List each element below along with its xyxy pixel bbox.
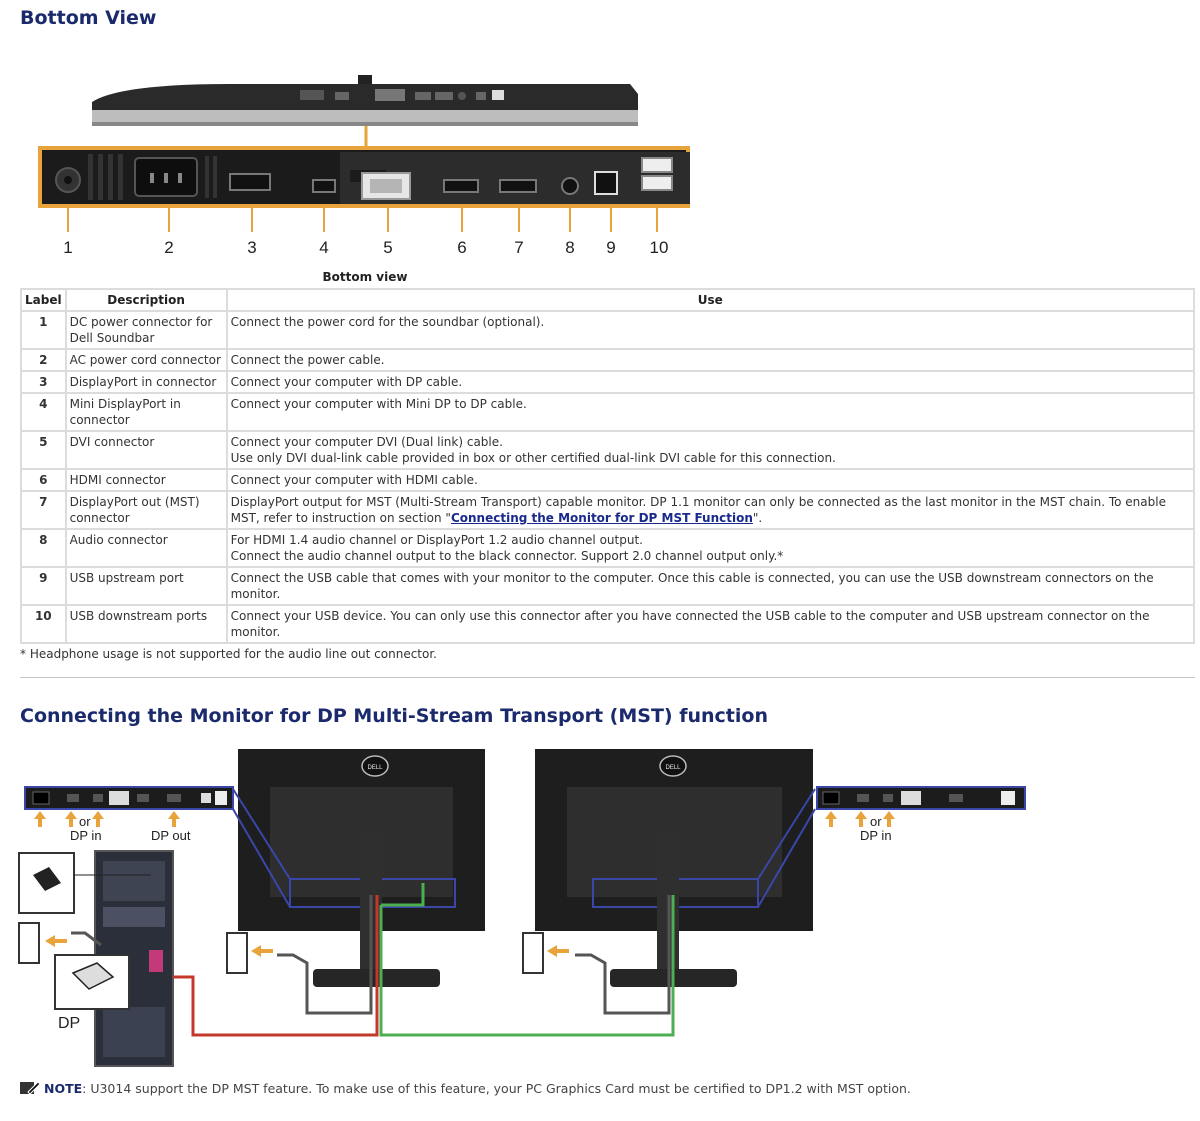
table-row: 5 DVI connector Connect your computer DV… [22,432,1193,468]
row-label: 7 [22,492,65,528]
row-use: DisplayPort output for MST (Multi-Stream… [227,492,1193,528]
label-or-right: or [870,814,882,829]
row-description: HDMI connector [66,470,226,490]
label-dp-in-left: DP in [70,828,102,843]
table-header-row: Label Description Use [22,290,1193,310]
note-label: NOTE [43,1081,83,1096]
row-label: 10 [22,606,65,642]
row-use: Connect your USB device. You can only us… [227,606,1193,642]
outlet-left-icon [18,922,40,964]
table-row: 4 Mini DisplayPort in connector Connect … [22,394,1193,430]
callout-9: 9 [606,238,615,257]
table-row: 3 DisplayPort in connector Connect your … [22,372,1193,392]
callout-5: 5 [383,238,392,257]
header-use: Use [227,290,1193,310]
row-use: Connect your computer with Mini DP to DP… [227,394,1193,430]
label-or-left: or [79,814,91,829]
row-label: 2 [22,350,65,370]
section-title-mst: Connecting the Monitor for DP Multi-Stre… [20,705,768,727]
row-description: Audio connector [66,530,226,566]
callout-4: 4 [319,238,328,257]
row-use: Connect your computer with DP cable. [227,372,1193,392]
row-description: Mini DisplayPort in connector [66,394,226,430]
row-use: Connect the power cable. [227,350,1193,370]
callout-1: 1 [63,238,72,257]
row-description: DisplayPort in connector [66,372,226,392]
section-title-bottom-view: Bottom View [20,7,157,29]
outlet-middle-icon [226,932,248,974]
label-dp: DP [58,1015,80,1032]
row-label: 8 [22,530,65,566]
row-use: Connect your computer with HDMI cable. [227,470,1193,490]
callout-10: 10 [650,238,669,257]
outlet-right-icon [522,932,544,974]
monitor-bottom-view-illustration: 1 2 3 4 5 6 7 8 9 10 [38,75,690,257]
mst-section-link[interactable]: Connecting the Monitor for DP MST Functi… [451,511,753,525]
footnote: * Headphone usage is not supported for t… [20,647,437,661]
row-use: Connect your computer DVI (Dual link) ca… [227,432,1193,468]
row-description: DisplayPort out (MST) connector [66,492,226,528]
figure-caption: Bottom view [322,270,408,284]
label-dp-in-right: DP in [860,828,892,843]
callout-6: 6 [457,238,466,257]
row-description: DC power connector for Dell Soundbar [66,312,226,348]
row-description: DVI connector [66,432,226,468]
displayport-in-icon [229,173,271,191]
table-row: 9 USB upstream port Connect the USB cabl… [22,568,1193,604]
row-label: 3 [22,372,65,392]
section-divider [20,677,1195,678]
row-label: 1 [22,312,65,348]
note-text: : U3014 support the DP MST feature. To m… [82,1081,911,1096]
table-row: 8 Audio connector For HDMI 1.4 audio cha… [22,530,1193,566]
svg-text:DELL: DELL [367,765,383,771]
row-use: Connect the USB cable that comes with yo… [227,568,1193,604]
table-row: 2 AC power cord connector Connect the po… [22,350,1193,370]
audio-connector-icon [561,177,579,195]
row-label: 4 [22,394,65,430]
row-use: Connect the power cord for the soundbar … [227,312,1193,348]
hdmi-connector-icon [443,179,479,193]
label-dp-out: DP out [151,828,191,843]
header-description: Description [66,290,226,310]
table-row: 1 DC power connector for Dell Soundbar C… [22,312,1193,348]
mst-connection-diagram: or DP in DP out DELL DELL or DP in DP [18,749,1026,1067]
note: NOTE: U3014 support the DP MST feature. … [20,1080,911,1096]
monitor-bottom-bezel [92,110,638,124]
note-pencil-icon [20,1081,40,1095]
row-description: USB downstream ports [66,606,226,642]
table-row: 10 USB downstream ports Connect your USB… [22,606,1193,642]
mini-displayport-icon [312,179,336,193]
row-label: 5 [22,432,65,468]
row-label: 6 [22,470,65,490]
usb-upstream-icon [594,171,618,195]
callout-3: 3 [247,238,256,257]
svg-text:DELL: DELL [665,765,681,771]
usb-downstream-icon [641,157,673,173]
table-row: 7 DisplayPort out (MST) connector Displa… [22,492,1193,528]
table-row: 6 HDMI connector Connect your computer w… [22,470,1193,490]
row-use: For HDMI 1.4 audio channel or DisplayPor… [227,530,1193,566]
header-label: Label [22,290,65,310]
displayport-out-icon [499,179,537,193]
callout-2: 2 [164,238,173,257]
connector-table: Label Description Use 1 DC power connect… [20,288,1195,644]
row-label: 9 [22,568,65,604]
callout-7: 7 [514,238,523,257]
row-description: USB upstream port [66,568,226,604]
callout-8: 8 [565,238,574,257]
row-description: AC power cord connector [66,350,226,370]
